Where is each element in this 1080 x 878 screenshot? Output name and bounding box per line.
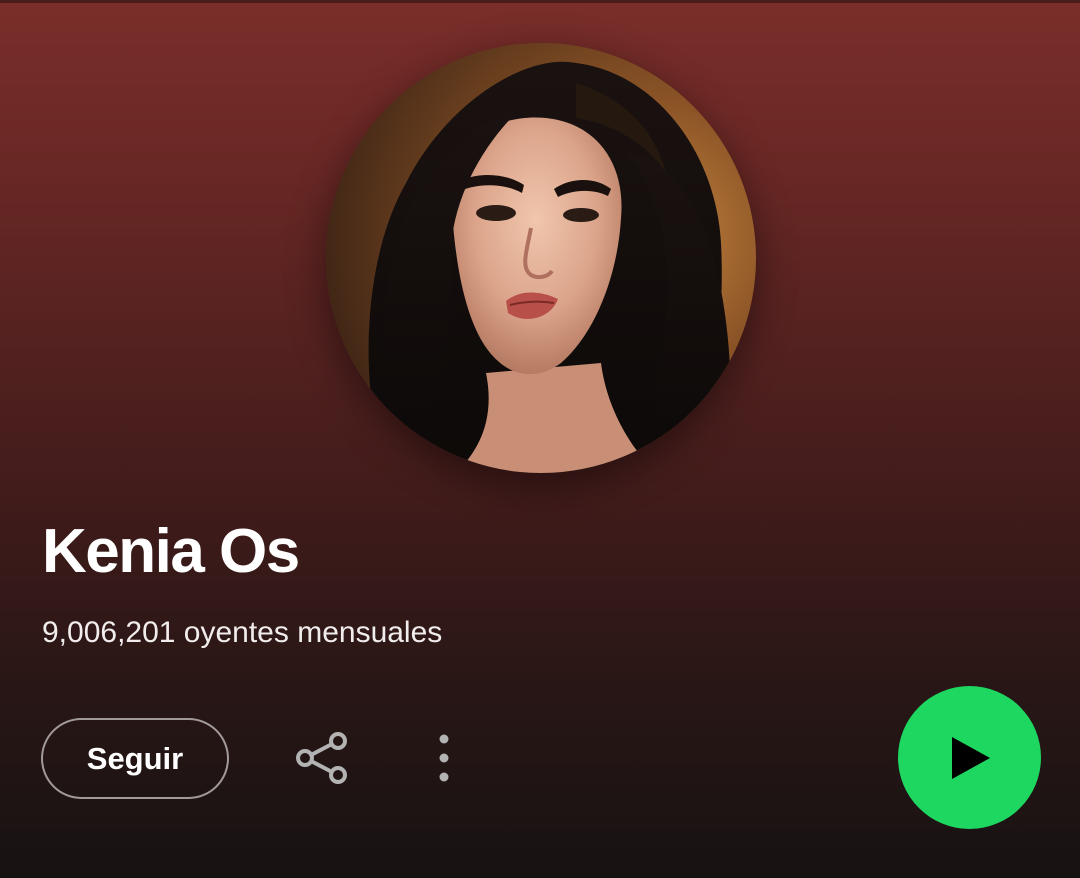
monthly-listeners: 9,006,201 oyentes mensuales <box>42 616 443 649</box>
status-divider <box>0 0 1080 3</box>
play-button[interactable] <box>898 686 1041 829</box>
artist-photo <box>326 43 756 473</box>
more-options-button[interactable] <box>423 728 465 788</box>
share-button[interactable] <box>290 728 354 788</box>
artist-name: Kenia Os <box>42 517 300 586</box>
artist-portrait-image <box>326 43 756 473</box>
more-options-icon <box>439 734 449 782</box>
play-icon <box>951 736 990 779</box>
share-icon <box>296 732 347 784</box>
follow-button[interactable]: Seguir <box>41 718 229 799</box>
artist-header: Kenia Os 9,006,201 oyentes mensuales Seg… <box>0 0 1080 878</box>
